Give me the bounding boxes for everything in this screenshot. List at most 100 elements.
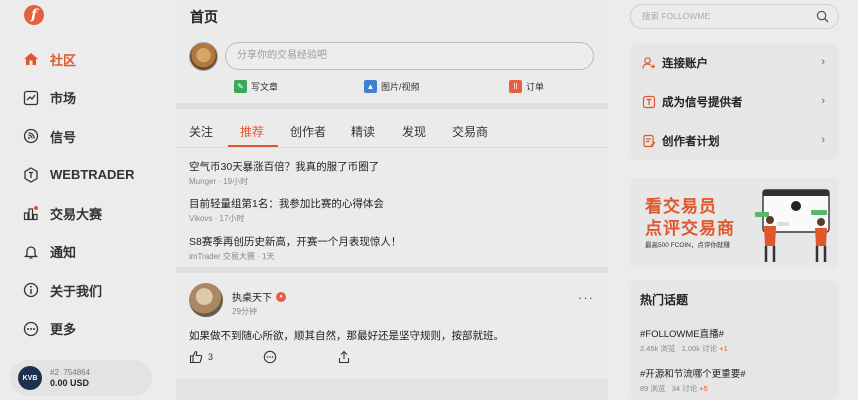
search-icon[interactable] [816, 10, 829, 23]
post-body: 如果做不到随心所欲，顺其自然，那最好还是坚守规则，按部就班。 [189, 330, 504, 342]
sidebar-nav: 社区 市场 信号 WEBTRADER 交易大赛 通知 关于我们 更多 [0, 40, 172, 348]
post-actions: 3 [189, 350, 609, 366]
tab-brokers[interactable]: 交易商 [452, 123, 488, 140]
image-icon: ▲ [364, 80, 377, 93]
like-button[interactable]: 3 [189, 350, 213, 364]
hot-topic-views: 89 浏览 [640, 384, 666, 393]
banner-caption: 最高500 FCOIN，点评你就赚 [645, 242, 730, 249]
order-button[interactable]: ǀǀ 订单 [509, 80, 544, 93]
write-article-button[interactable]: ✎ 写文章 [234, 80, 278, 93]
hot-topic-title: #FOLLOWME直播# [640, 329, 724, 340]
banner-illustration [755, 189, 830, 262]
post-more-button[interactable]: ··· [578, 290, 594, 305]
followme-logo[interactable]: f [24, 5, 44, 25]
post-author[interactable]: 执桌天下 ♦ [232, 289, 286, 304]
menu-label: 成为信号提供者 [662, 97, 743, 109]
section-divider [176, 103, 608, 109]
thumbs-up-icon [189, 350, 203, 364]
hot-topic-title: #开源和节流哪个更重要# [640, 369, 746, 380]
news-item[interactable]: S8赛季再创历史新高，开赛一个月表现惊人！ imTrader 交易大赛 · 1天 [189, 234, 599, 262]
promo-banner[interactable]: 看交易员 点评交易商 最高500 FCOIN，点评你就赚 [630, 178, 839, 268]
news-item[interactable]: 空气币30天暴涨百倍？我真的服了币圈了 Munger · 19小时 [189, 159, 599, 187]
next-post-card [176, 379, 608, 400]
tab-featured[interactable]: 精读 [351, 123, 375, 140]
user-avatar[interactable] [189, 42, 218, 71]
sidebar-item-label: 信号 [50, 129, 77, 145]
section-divider [176, 267, 608, 273]
hot-topic-item[interactable]: #开源和节流哪个更重要# 89 浏览 34 讨论 +5 [640, 366, 746, 394]
account-balance: 0.00 USD [50, 378, 90, 388]
become-signal-provider-link[interactable]: 成为信号提供者 › [630, 83, 839, 121]
hot-topic-delta: +1 [719, 344, 728, 353]
sidebar-item-notifications[interactable]: 通知 [0, 233, 172, 272]
compose-actions: ✎ 写文章 ▲ 图片/视频 ǀǀ 订单 [176, 80, 608, 96]
image-video-label: 图片/视频 [381, 82, 420, 92]
hot-topics-card: 热门话题 #FOLLOWME直播# 2.45k 浏览 1.00k 讨论 +1 #… [630, 280, 839, 400]
chevron-right-icon: › [821, 56, 825, 68]
account-id: 754864 [63, 368, 91, 377]
post-author-name: 执桌天下 [232, 293, 272, 304]
signal-icon [22, 127, 40, 145]
webtrader-icon [22, 166, 40, 184]
info-icon [22, 281, 40, 299]
hot-topics-title: 热门话题 [640, 293, 689, 307]
creator-program-link[interactable]: 创作者计划 › [630, 122, 839, 160]
provider-icon [642, 95, 656, 109]
sidebar: f 社区 市场 信号 WEBTRADER 交易大赛 通知 关于我们 更多 KVB… [0, 0, 172, 400]
hot-topic-comments: 1.00k 讨论 [681, 344, 718, 353]
order-label: 订单 [526, 82, 545, 92]
sidebar-item-label: WEBTRADER [50, 167, 135, 183]
sidebar-item-more[interactable]: 更多 [0, 310, 172, 349]
main-feed: 首页 分享你的交易经验吧 ✎ 写文章 ▲ 图片/视频 ǀǀ 订单 关注 推荐 创… [176, 0, 608, 400]
news-meta: Vikovs · 17小时 [189, 214, 245, 223]
search-input[interactable]: 搜索 FOLLOWME [630, 4, 839, 29]
active-tab-indicator [228, 145, 278, 147]
tab-discover[interactable]: 发现 [402, 123, 426, 140]
sidebar-item-label: 交易大赛 [50, 206, 103, 222]
sidebar-item-webtrader[interactable]: WEBTRADER [0, 156, 172, 195]
sidebar-item-signal[interactable]: 信号 [0, 117, 172, 156]
image-video-button[interactable]: ▲ 图片/视频 [364, 80, 420, 93]
news-meta: imTrader 交易大赛 · 1天 [189, 252, 275, 261]
user-plus-icon [642, 56, 656, 70]
document-edit-icon [642, 134, 656, 148]
post-author-avatar[interactable] [189, 283, 223, 317]
more-icon [22, 320, 40, 338]
tab-follow[interactable]: 关注 [189, 123, 213, 140]
sidebar-item-contest[interactable]: 交易大赛 [0, 194, 172, 233]
account-info: #2 754864 0.00 USD [50, 367, 90, 389]
page-title: 首页 [190, 9, 218, 25]
comment-icon [263, 350, 277, 364]
news-title: 目前轻量组第1名：我参加比赛的心得体会 [189, 198, 384, 210]
hot-topic-stats: 2.45k 浏览 1.00k 讨论 +1 [640, 343, 728, 354]
menu-label: 连接账户 [662, 58, 708, 70]
comment-button[interactable] [263, 350, 277, 364]
sidebar-item-about[interactable]: 关于我们 [0, 271, 172, 310]
chevron-right-icon: › [821, 95, 825, 107]
sidebar-item-label: 社区 [50, 52, 77, 68]
quick-menu-card: 连接账户 › 成为信号提供者 › 创作者计划 › [630, 44, 839, 160]
pen-icon: ✎ [234, 80, 247, 93]
search-placeholder: 搜索 FOLLOWME [642, 11, 711, 21]
sidebar-item-label: 市场 [50, 91, 77, 107]
account-rank: #2 [50, 368, 59, 377]
sidebar-item-market[interactable]: 市场 [0, 79, 172, 118]
broker-logo: KVB [18, 366, 42, 390]
share-button[interactable] [337, 350, 351, 364]
tab-creators[interactable]: 创作者 [290, 123, 326, 140]
connect-account-link[interactable]: 连接账户 › [630, 44, 839, 82]
account-switcher[interactable]: KVB #2 754864 0.00 USD [10, 360, 152, 396]
home-icon [22, 50, 40, 68]
sidebar-item-community[interactable]: 社区 [0, 40, 172, 79]
hot-topic-stats: 89 浏览 34 讨论 +5 [640, 383, 746, 394]
like-count: 3 [208, 352, 214, 362]
hot-topic-item[interactable]: #FOLLOWME直播# 2.45k 浏览 1.00k 讨论 +1 [640, 326, 728, 354]
post-composer-input[interactable]: 分享你的交易经验吧 [225, 42, 594, 70]
sidebar-item-label: 关于我们 [50, 283, 103, 299]
write-article-label: 写文章 [251, 82, 279, 92]
hot-topic-views: 2.45k 浏览 [640, 344, 676, 353]
sidebar-item-label: 通知 [50, 245, 77, 261]
news-item[interactable]: 目前轻量组第1名：我参加比赛的心得体会 Vikovs · 17小时 [189, 196, 599, 224]
news-title: 空气币30天暴涨百倍？我真的服了币圈了 [189, 161, 380, 173]
tab-recommend[interactable]: 推荐 [240, 123, 264, 140]
